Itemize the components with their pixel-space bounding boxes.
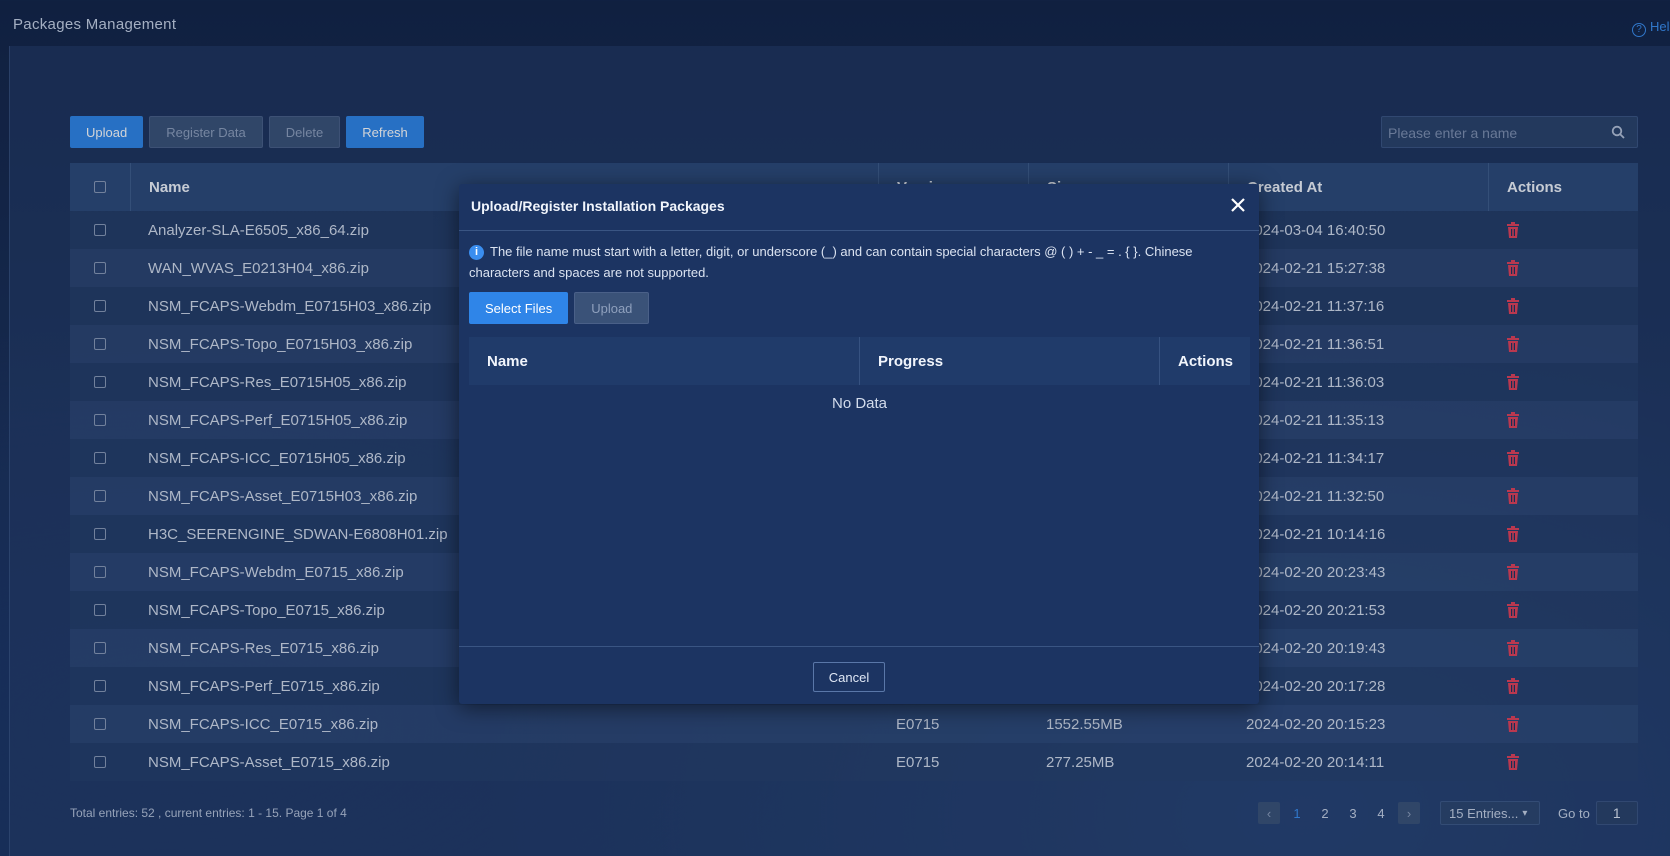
upload-col-name: Name bbox=[487, 352, 528, 370]
dialog-upload-button[interactable]: Upload bbox=[574, 292, 650, 324]
dialog-title: Upload/Register Installation Packages bbox=[471, 198, 725, 214]
upload-table-header: Name Progress Actions bbox=[469, 337, 1250, 385]
dialog-actions: Select Files Upload bbox=[469, 292, 650, 324]
divider bbox=[459, 230, 1259, 231]
upload-register-dialog: Upload/Register Installation Packages iT… bbox=[459, 184, 1259, 704]
filename-tip: i The file name must start with a letter,… bbox=[469, 241, 1251, 283]
upload-col-progress: Progress bbox=[859, 337, 1159, 385]
select-files-button[interactable]: Select Files bbox=[469, 292, 569, 324]
upload-file-table: Name Progress Actions No Data bbox=[469, 337, 1250, 412]
empty-state: No Data bbox=[831, 395, 888, 412]
tip-text: The file name must start with a letter, … bbox=[469, 244, 1193, 280]
info-icon: i bbox=[469, 245, 484, 260]
upload-col-actions: Actions bbox=[1159, 337, 1250, 385]
close-icon[interactable] bbox=[1229, 196, 1247, 214]
divider bbox=[459, 646, 1259, 647]
cancel-button[interactable]: Cancel bbox=[813, 662, 885, 692]
